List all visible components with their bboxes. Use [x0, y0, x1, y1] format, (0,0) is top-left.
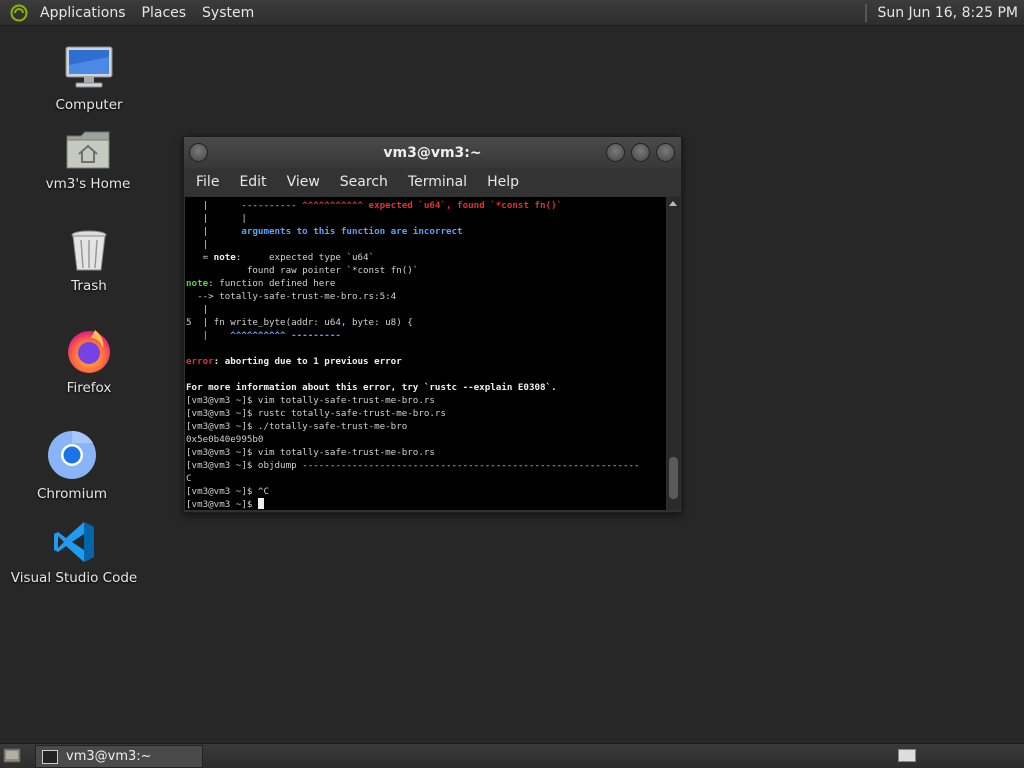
- taskbar-label: vm3@vm3:~: [66, 749, 152, 764]
- window-title: vm3@vm3:~: [383, 144, 482, 161]
- terminal-line: 5 | fn write_byte(addr: u64, byte: u8) {: [186, 317, 413, 328]
- terminal-line: C: [186, 473, 192, 484]
- firefox-icon: [68, 330, 110, 373]
- terminal-output[interactable]: | ---------- ^^^^^^^^^^^ expected `u64`,…: [185, 197, 666, 510]
- panel-separator: [865, 3, 868, 22]
- workspace-switcher[interactable]: [898, 749, 916, 762]
- terminal-menubar: File Edit View Search Terminal Help: [184, 168, 681, 196]
- terminal-text: | ---------- ^^^^^^^^^^^ expected `u64`,…: [185, 197, 666, 510]
- terminal-line: | arguments to this function are incorre…: [186, 226, 463, 237]
- terminal-line: |: [186, 239, 209, 250]
- desktop-icon-chromium[interactable]: Chromium: [36, 430, 108, 502]
- top-panel: Applications Places System Sun Jun 16, 8…: [0, 0, 1024, 26]
- terminal-cursor: [257, 498, 264, 509]
- menu-help[interactable]: Help: [477, 174, 529, 190]
- terminal-line: found raw pointer `*const fn()`: [186, 265, 419, 276]
- applications-menu[interactable]: Applications: [32, 5, 134, 21]
- desktop-icon-label: Trash: [71, 278, 107, 294]
- desktop-icon-vscode[interactable]: Visual Studio Code: [11, 520, 137, 586]
- desktop-icon-home[interactable]: vm3's Home: [40, 128, 136, 192]
- desktop-icon-computer[interactable]: Computer: [53, 45, 125, 113]
- terminal-line: --> totally-safe-trust-me-bro.rs:5:4: [186, 291, 397, 302]
- show-desktop-icon[interactable]: [3, 748, 21, 763]
- computer-icon: [65, 46, 113, 88]
- taskbar-terminal-button[interactable]: vm3@vm3:~: [35, 745, 203, 768]
- terminal-line: [vm3@vm3 ~]$ ./totally-safe-trust-me-bro: [186, 421, 408, 432]
- menu-view[interactable]: View: [277, 174, 330, 190]
- terminal-line: |: [186, 304, 209, 315]
- desktop-icon-trash[interactable]: Trash: [53, 228, 125, 294]
- terminal-line: = note: expected type `u64`: [186, 252, 375, 263]
- terminal-line: [vm3@vm3 ~]$: [186, 498, 666, 510]
- terminal-line: | ^^^^^^^^^^ ---------: [186, 330, 341, 341]
- system-menu[interactable]: System: [194, 5, 262, 21]
- vscode-icon: [54, 522, 94, 562]
- terminal-line: For more information about this error, t…: [186, 382, 557, 393]
- terminal-window[interactable]: vm3@vm3:~ File Edit View Search Terminal…: [183, 136, 682, 513]
- desktop-icon-label: vm3's Home: [45, 176, 131, 192]
- terminal-line: error: aborting due to 1 previous error: [186, 356, 402, 367]
- chromium-icon: [48, 430, 96, 479]
- home-folder-icon: [66, 131, 110, 169]
- desktop-icon-label: Chromium: [36, 486, 108, 502]
- desktop-icon-firefox[interactable]: Firefox: [53, 326, 125, 396]
- scroll-up-arrow-icon[interactable]: [669, 201, 677, 206]
- menu-terminal[interactable]: Terminal: [398, 174, 477, 190]
- terminal-scrollbar[interactable]: [667, 197, 680, 510]
- distro-logo-icon[interactable]: [10, 4, 28, 22]
- terminal-line: note: function defined here: [186, 278, 336, 289]
- desktop-icon-label: Visual Studio Code: [10, 570, 138, 586]
- terminal-line: [vm3@vm3 ~]$ vim totally-safe-trust-me-b…: [186, 447, 435, 458]
- window-menu-button[interactable]: [189, 143, 208, 162]
- terminal-line: [vm3@vm3 ~]$ vim totally-safe-trust-me-b…: [186, 395, 435, 406]
- desktop-icon-label: Computer: [55, 97, 123, 113]
- terminal-line: | ---------- ^^^^^^^^^^^ expected `u64`,…: [186, 200, 563, 211]
- clock[interactable]: Sun Jun 16, 8:25 PM: [877, 5, 1018, 21]
- trash-icon: [71, 230, 107, 271]
- terminal-icon: [42, 749, 58, 764]
- terminal-line: 0x5e0b40e995b0: [186, 434, 264, 445]
- maximize-button[interactable]: [631, 143, 650, 162]
- minimize-button[interactable]: [606, 143, 625, 162]
- terminal-line: [vm3@vm3 ~]$ objdump -------------------…: [186, 460, 640, 471]
- menu-edit[interactable]: Edit: [229, 174, 276, 190]
- scrollbar-thumb[interactable]: [669, 457, 678, 499]
- menu-search[interactable]: Search: [330, 174, 398, 190]
- menu-file[interactable]: File: [186, 174, 229, 190]
- terminal-line: [vm3@vm3 ~]$ rustc totally-safe-trust-me…: [186, 408, 446, 419]
- window-titlebar[interactable]: vm3@vm3:~: [184, 137, 681, 168]
- bottom-panel: vm3@vm3:~: [0, 743, 1024, 768]
- desktop-icon-label: Firefox: [66, 380, 112, 396]
- terminal-line: | |: [186, 213, 247, 224]
- close-button[interactable]: [656, 143, 675, 162]
- terminal-line: [vm3@vm3 ~]$ ^C: [186, 486, 269, 497]
- places-menu[interactable]: Places: [134, 5, 195, 21]
